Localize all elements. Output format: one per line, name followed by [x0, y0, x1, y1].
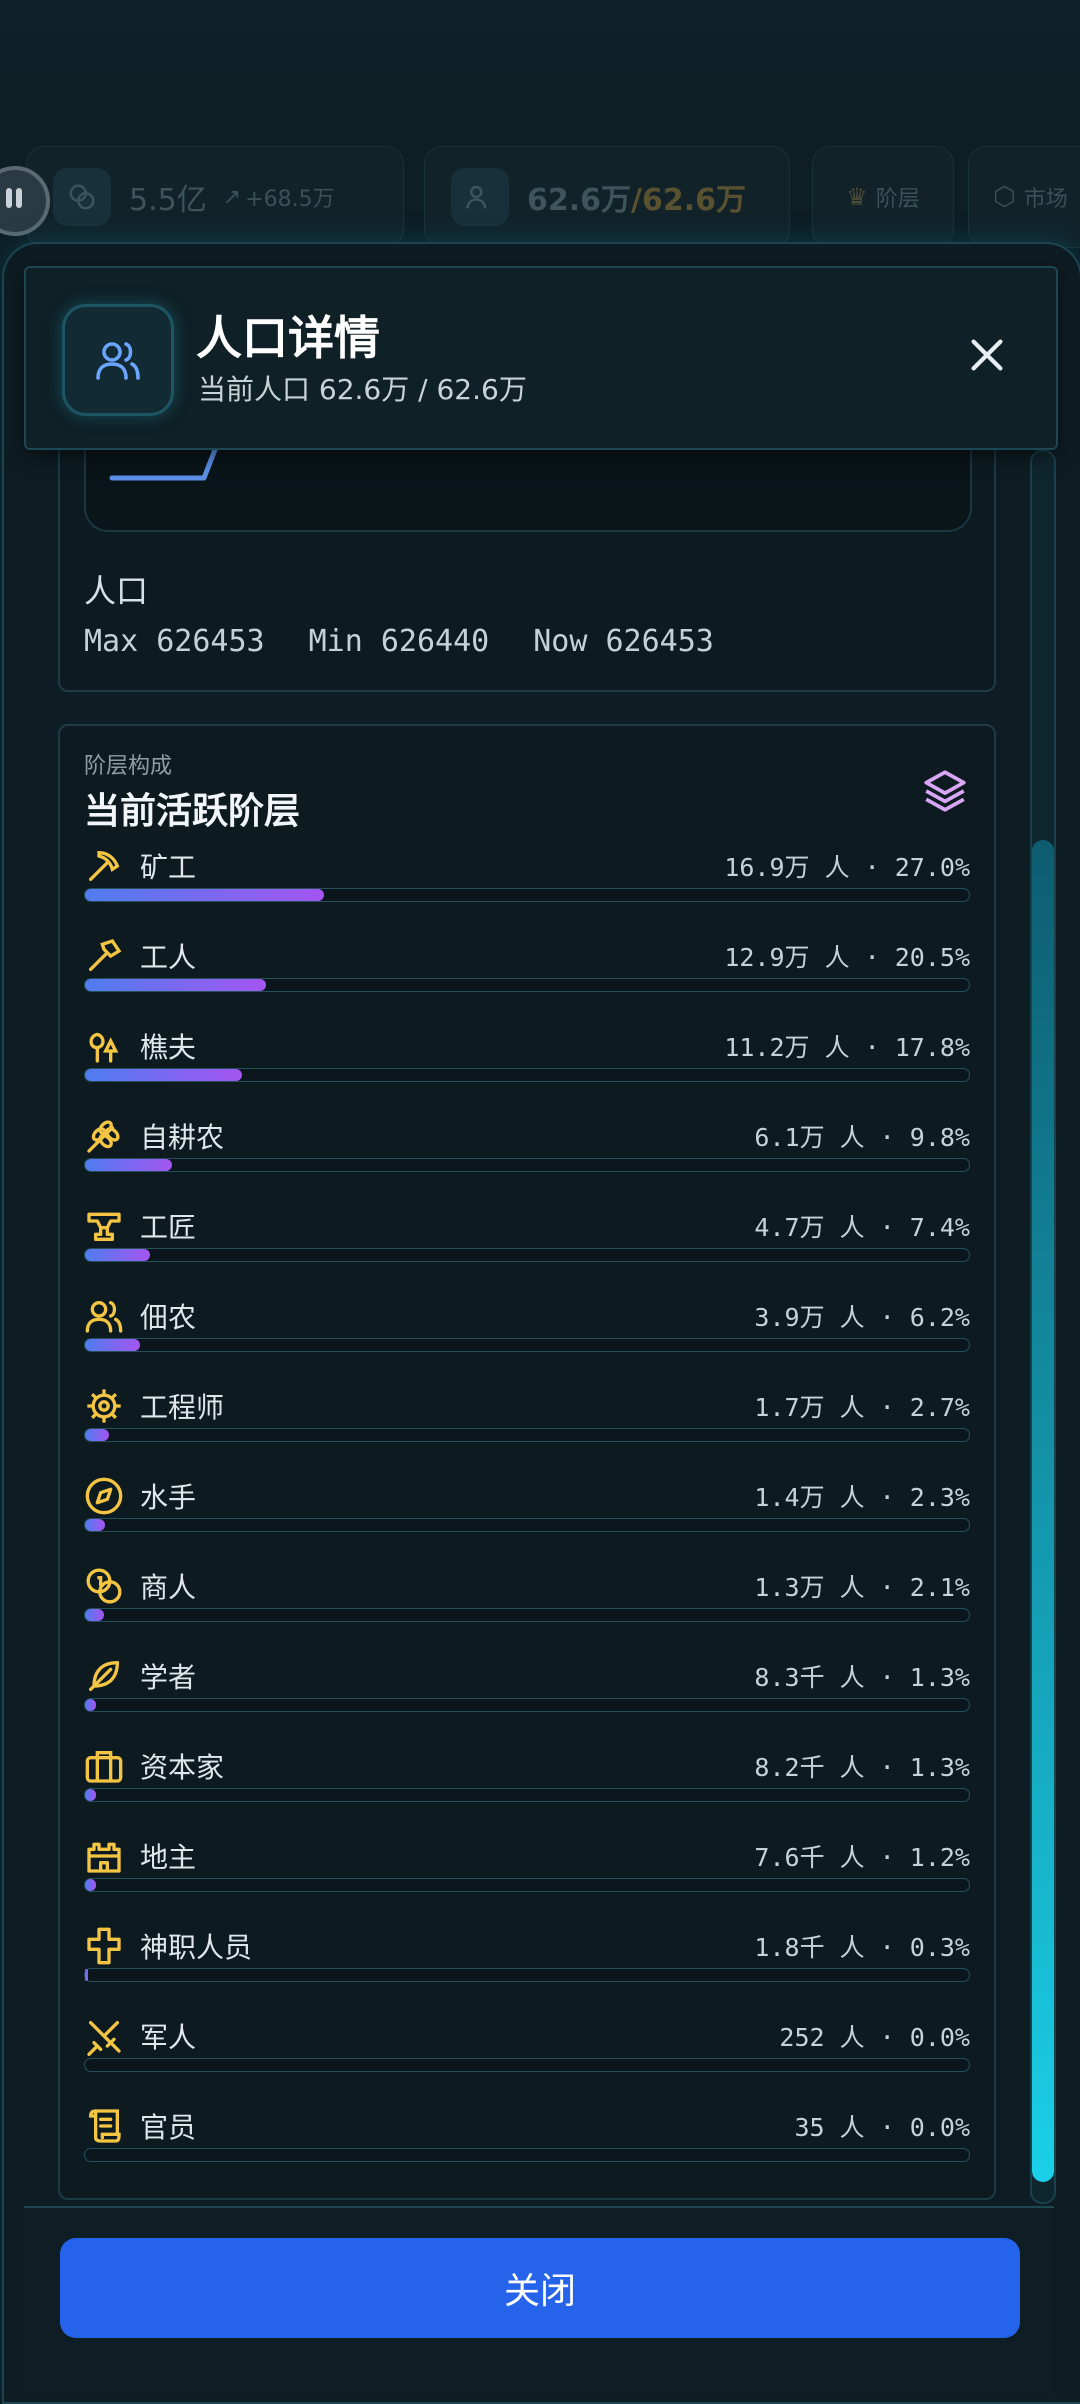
population-min-stat: Min 626440 — [308, 624, 490, 659]
briefcase-icon — [85, 1751, 123, 1783]
treasury-delta: +68.5万 — [245, 187, 335, 212]
progress-bar — [84, 1968, 970, 1982]
population-value: 62.6万 — [527, 183, 632, 218]
crown-icon: ♛ — [846, 183, 868, 211]
list-item[interactable]: 樵夫 11.2万 人 · 17.8% — [84, 1018, 970, 1108]
close-button[interactable]: 关闭 — [60, 2238, 1020, 2338]
cog-icon — [87, 1389, 121, 1423]
population-max: /62.6万 — [631, 183, 747, 218]
progress-fill — [85, 1249, 151, 1261]
population-chip[interactable]: 62.6万 /62.6万 — [424, 146, 790, 248]
list-item[interactable]: 神职人员 1.8千 人 · 0.3% — [84, 1918, 970, 2008]
users-icon — [62, 304, 174, 416]
scrollbar[interactable] — [1030, 450, 1056, 2204]
progress-bar — [84, 1068, 970, 1082]
cross-icon — [87, 1927, 121, 1965]
page-subtitle: 当前人口 62.6万 / 62.6万 — [198, 373, 527, 406]
list-item[interactable]: 地主 7.6千 人 · 1.2% — [84, 1828, 970, 1918]
modal-header: 人口详情 当前人口 62.6万 / 62.6万 — [24, 266, 1058, 450]
trees-icon — [89, 1032, 119, 1063]
strata-kicker: 阶层构成 — [84, 754, 173, 779]
progress-fill — [85, 1519, 106, 1531]
progress-bar — [84, 2148, 970, 2162]
wheat-icon — [87, 1120, 120, 1153]
scrollbar-thumb[interactable] — [1032, 840, 1054, 2182]
population-stats: Max 626453 Min 626440 Now 626453 — [84, 624, 758, 659]
progress-bar — [84, 2058, 970, 2072]
layers-icon — [924, 770, 966, 812]
market-chip-label: 市场 — [1023, 187, 1068, 212]
progress-bar — [84, 978, 970, 992]
users-icon — [451, 168, 509, 226]
modal-footer: 关闭 — [24, 2206, 1054, 2398]
progress-fill — [85, 889, 324, 901]
progress-bar — [84, 1158, 970, 1172]
list-item[interactable]: 工程师 1.7万 人 · 2.7% — [84, 1378, 970, 1468]
progress-bar — [84, 1788, 970, 1802]
progress-fill — [85, 1609, 104, 1621]
feather-icon — [89, 1661, 120, 1691]
swords-icon — [87, 2021, 121, 2056]
compass-icon — [85, 1477, 123, 1515]
list-item[interactable]: 学者 8.3千 人 · 1.3% — [84, 1648, 970, 1738]
anvil-icon — [87, 1212, 121, 1241]
progress-bar — [84, 1338, 970, 1352]
strata-card: 阶层构成 当前活跃阶层 矿工 16.9万 人 · 27.0% 工人 12.9万 … — [58, 724, 996, 2200]
progress-bar — [84, 1248, 970, 1262]
list-item[interactable]: 军人 252 人 · 0.0% — [84, 2008, 970, 2098]
coins-icon — [53, 168, 111, 226]
list-item[interactable]: 商人 1.3万 人 · 2.1% — [84, 1558, 970, 1648]
list-item[interactable]: 工匠 4.7万 人 · 7.4% — [84, 1198, 970, 1288]
users-icon — [85, 1301, 123, 1333]
progress-bar — [84, 1698, 970, 1712]
progress-fill — [85, 1789, 97, 1801]
list-item[interactable]: 佃农 3.9万 人 · 6.2% — [84, 1288, 970, 1378]
list-item[interactable]: 自耕农 6.1万 人 · 9.8% — [84, 1108, 970, 1198]
progress-fill — [85, 1879, 96, 1891]
progress-fill — [85, 1429, 109, 1441]
progress-bar — [84, 1518, 970, 1532]
treasury-value: 5.5亿 — [129, 183, 207, 218]
list-item[interactable]: 官员 35 人 · 0.0% — [84, 2098, 970, 2188]
progress-fill — [85, 1339, 140, 1351]
list-item[interactable]: 资本家 8.2千 人 · 1.3% — [84, 1738, 970, 1828]
progress-bar — [84, 888, 970, 902]
strata-chip[interactable]: ♛ 阶层 — [812, 146, 954, 248]
list-item[interactable]: 矿工 16.9万 人 · 27.0% — [84, 838, 970, 928]
treasury-chip[interactable]: 5.5亿 ↗ +68.5万 — [26, 146, 404, 248]
castle-icon — [87, 1842, 121, 1873]
progress-fill — [85, 979, 267, 991]
trend-up-icon: ↗ — [222, 184, 242, 210]
page-title: 人口详情 — [196, 311, 380, 365]
population-now-stat: Now 626453 — [533, 624, 714, 659]
list-item[interactable]: 水手 1.4万 人 · 2.3% — [84, 1468, 970, 1558]
scroll-icon — [88, 2109, 121, 2143]
coins-icon — [86, 1568, 122, 1604]
progress-fill — [85, 1159, 172, 1171]
strata-chip-label: 阶层 — [875, 187, 920, 212]
progress-bar — [84, 1428, 970, 1442]
pickaxe-icon — [89, 850, 120, 881]
population-max-stat: Max 626453 — [84, 624, 265, 659]
progress-bar — [84, 1608, 970, 1622]
progress-fill — [85, 1969, 88, 1981]
progress-fill — [85, 1069, 243, 1081]
close-icon[interactable] — [964, 332, 1010, 378]
market-chip[interactable]: ⬡ 市场 — [968, 146, 1080, 248]
progress-bar — [84, 1878, 970, 1892]
list-item[interactable]: 工人 12.9万 人 · 20.5% — [84, 928, 970, 1018]
hammer-icon — [89, 939, 122, 971]
box-icon: ⬡ — [993, 182, 1016, 212]
progress-fill — [85, 1699, 97, 1711]
population-label: 人口 — [84, 572, 149, 610]
strata-title: 当前活跃阶层 — [84, 791, 301, 832]
